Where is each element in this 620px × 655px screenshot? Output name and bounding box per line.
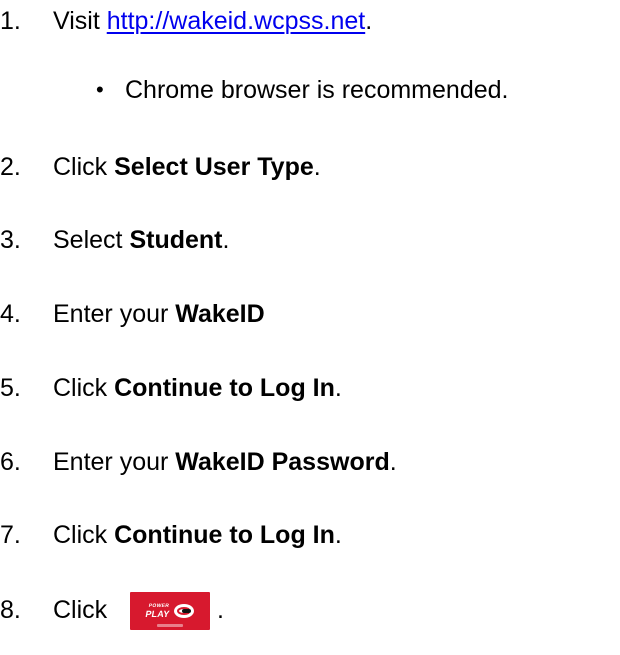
step-text: Click Select User Type.: [53, 152, 321, 182]
step-prefix: Click: [53, 596, 108, 624]
step-prefix: Click: [53, 521, 115, 549]
step-suffix: .: [389, 448, 397, 476]
step-8: 8. Click POWER PLAY .: [0, 592, 300, 631]
bullet-text: Chrome browser is recommended.: [125, 76, 509, 104]
step-bold: Continue to Log In: [114, 374, 335, 402]
step-suffix: .: [334, 521, 342, 549]
step-suffix: .: [222, 226, 230, 254]
step-prefix: Visit: [53, 7, 107, 35]
step-text: Click Continue to Log In.: [53, 373, 342, 403]
step-suffix: .: [217, 596, 224, 624]
step-text: Select Student.: [53, 225, 229, 255]
step-number: 2.: [0, 153, 21, 181]
power-play-wordmark: POWER PLAY: [145, 603, 172, 619]
step-suffix: .: [365, 7, 373, 35]
step-prefix: Select: [53, 226, 130, 254]
step-number: 8.: [0, 596, 21, 624]
step-bold: Continue to Log In: [114, 521, 335, 549]
step-suffix: .: [313, 153, 321, 181]
power-play-line2: PLAY: [144, 609, 171, 619]
wakeid-link[interactable]: http://wakeid.wcpss.net: [107, 7, 365, 35]
step-bold: WakeID Password: [175, 448, 390, 476]
step-text: Enter your WakeID: [53, 299, 265, 329]
step-suffix: .: [334, 374, 342, 402]
step-prefix: Click: [53, 374, 115, 402]
step-number: 6.: [0, 448, 21, 476]
step-number: 7.: [0, 521, 21, 549]
step-bold: WakeID: [175, 300, 265, 328]
step-text: Visit http://wakeid.wcpss.net.: [53, 6, 372, 36]
step-prefix: Click: [53, 153, 115, 181]
step-prefix: Enter your: [53, 300, 176, 328]
step-text: Click Continue to Log In.: [53, 520, 342, 550]
step-number: 1.: [0, 7, 21, 35]
step-text: Enter your WakeID Password.: [53, 447, 397, 477]
bullet-icon: •: [96, 77, 104, 102]
step-bold: Student: [129, 226, 223, 254]
step-number: 5.: [0, 374, 21, 402]
power-play-subtext-icon: [157, 624, 183, 627]
step-prefix: Enter your: [53, 448, 176, 476]
power-play-app-icon[interactable]: POWER PLAY: [130, 592, 210, 630]
step-number: 4.: [0, 300, 21, 328]
step-number: 3.: [0, 226, 21, 254]
step-bold: Select User Type: [114, 153, 314, 181]
hurricanes-logo-icon: [173, 604, 194, 618]
